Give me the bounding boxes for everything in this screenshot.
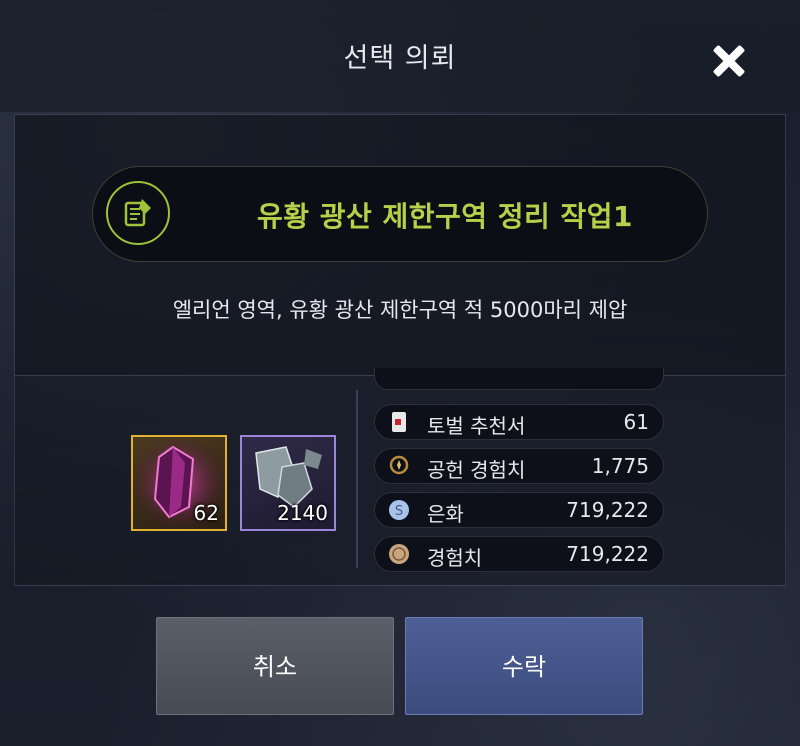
reward-row: 토벌 추천서 61	[374, 404, 664, 440]
reward-label: 공헌 경험치	[427, 458, 526, 482]
reward-label: 경험치	[427, 546, 483, 570]
rewards-divider	[356, 390, 358, 568]
item-count: 2140	[277, 501, 328, 525]
subjugation-scroll-icon	[387, 410, 411, 434]
reward-row-clipped	[374, 368, 664, 390]
exp-coin-icon	[387, 542, 411, 566]
reward-label: 은화	[427, 502, 464, 526]
contribution-medal-icon	[387, 454, 411, 478]
reward-item-ore[interactable]: 2140	[240, 435, 336, 531]
reward-label: 토벌 추천서	[427, 414, 526, 438]
dialog-header: 선택 의뢰	[0, 0, 800, 112]
reward-row: 공헌 경험치 1,775	[374, 448, 664, 484]
accept-button[interactable]: 수락	[405, 617, 643, 715]
quest-description: 엘리언 영역, 유황 광산 제한구역 적 5000마리 제압	[172, 298, 628, 322]
cancel-button[interactable]: 취소	[156, 617, 394, 715]
reward-value: 719,222	[566, 498, 649, 522]
close-icon[interactable]	[706, 38, 752, 84]
dialog-title: 선택 의뢰	[343, 43, 457, 74]
reward-value: 1,775	[591, 454, 649, 478]
reward-value: 61	[623, 410, 649, 434]
svg-text:S: S	[395, 504, 403, 519]
reward-value: 719,222	[566, 542, 649, 566]
quest-scroll-icon	[106, 181, 170, 245]
reward-row: 경험치 719,222	[374, 536, 664, 572]
reward-item-crystal[interactable]: 62	[131, 435, 227, 531]
silver-coin-icon: S	[387, 498, 411, 522]
item-count: 62	[193, 501, 219, 525]
reward-row: S 은화 719,222	[374, 492, 664, 528]
quest-name: 유황 광산 제한구역 정리 작업1	[256, 200, 634, 233]
